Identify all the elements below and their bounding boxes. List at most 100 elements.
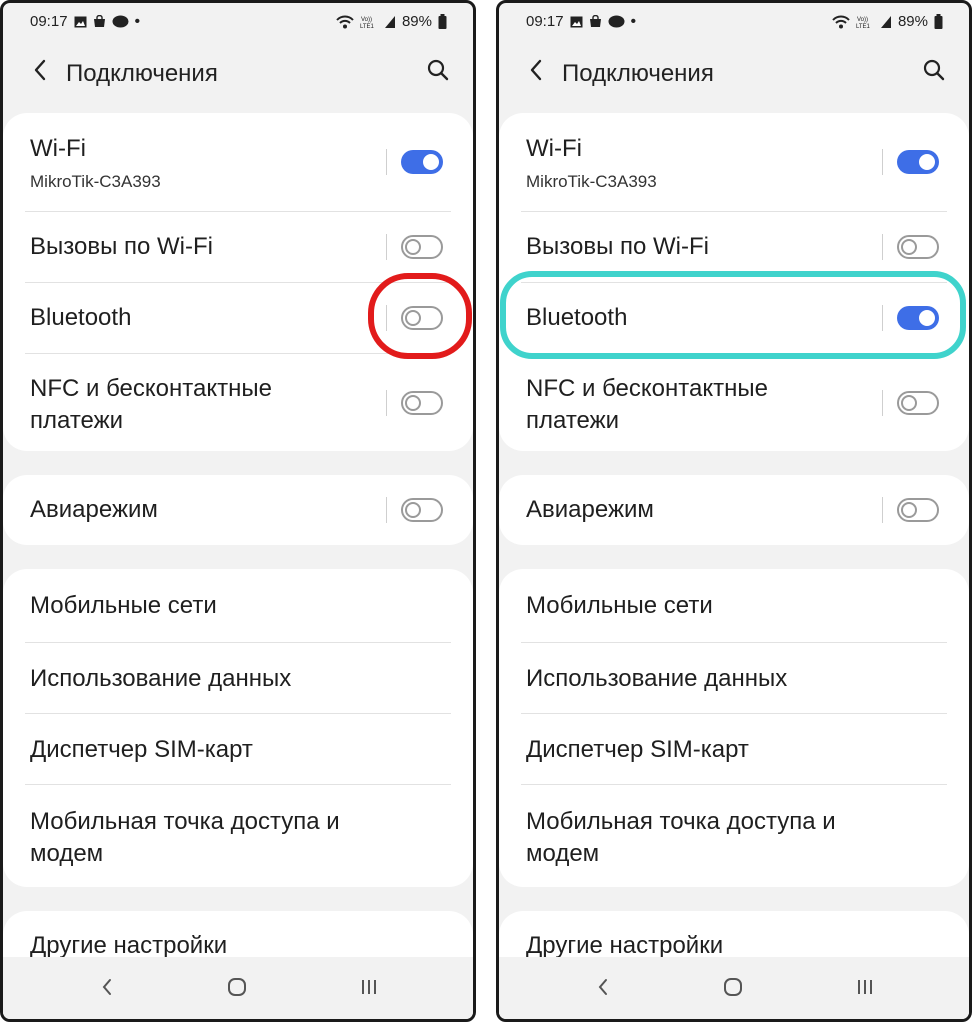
wifi-toggle[interactable] <box>897 150 939 174</box>
mobile-networks-title: Мобильные сети <box>30 592 217 619</box>
airplane-title: Авиарежим <box>526 496 654 523</box>
airplane-row[interactable]: Авиарежим <box>3 475 473 545</box>
mobile-networks-row[interactable]: Мобильные сети <box>25 569 451 643</box>
svg-text:LTE1: LTE1 <box>360 24 375 29</box>
wifi-network-name: MikroTik-C3A393 <box>30 172 161 191</box>
data-usage-title: Использование данных <box>526 665 788 692</box>
data-usage-row[interactable]: Использование данных <box>25 643 451 714</box>
nav-back-icon <box>101 978 113 1001</box>
nfc-toggle[interactable] <box>897 391 939 415</box>
mobile-networks-row[interactable]: Мобильные сети <box>521 569 947 643</box>
app-notification-icon <box>608 15 625 28</box>
sim-manager-row[interactable]: Диспетчер SIM-карт <box>521 714 947 785</box>
airplane-row[interactable]: Авиарежим <box>499 475 969 545</box>
nav-home-button[interactable] <box>217 975 257 1003</box>
data-usage-row[interactable]: Использование данных <box>521 643 947 714</box>
back-button[interactable] <box>519 55 553 89</box>
nav-recents-button[interactable] <box>845 975 885 1003</box>
app-bar: Подключения <box>499 47 969 101</box>
hotspot-title-line2: модем <box>526 840 600 867</box>
svg-text:Vo)): Vo)) <box>361 17 372 23</box>
airplane-title: Авиарежим <box>30 496 158 523</box>
status-bar: 09:17 • Vo)) LTE1 89% <box>25 11 451 33</box>
network-settings-card: Мобильные сети Использование данных Дисп… <box>499 569 969 887</box>
wifi-calls-row[interactable]: Вызовы по Wi-Fi <box>25 212 451 283</box>
back-button[interactable] <box>23 55 57 89</box>
wifi-calls-title: Вызовы по Wi-Fi <box>526 233 709 260</box>
app-notification-icon <box>112 15 129 28</box>
wifi-row[interactable]: Wi-Fi MikroTik-C3A393 <box>25 113 451 212</box>
hotspot-title-line1: Мобильная точка доступа и <box>30 808 340 835</box>
hotspot-row[interactable]: Мобильная точка доступа и модем <box>521 785 947 889</box>
cell-signal-icon <box>384 15 396 29</box>
cell-signal-icon <box>880 15 892 29</box>
nav-back-button[interactable] <box>87 975 127 1003</box>
wifi-row[interactable]: Wi-Fi MikroTik-C3A393 <box>521 113 947 212</box>
wifi-network-name: MikroTik-C3A393 <box>526 172 657 191</box>
row-divider <box>881 234 883 260</box>
airplane-toggle[interactable] <box>401 498 443 522</box>
wifi-calls-toggle[interactable] <box>401 235 443 259</box>
recent-apps-icon <box>360 978 378 1001</box>
wifi-calls-title: Вызовы по Wi-Fi <box>30 233 213 260</box>
mobile-networks-title: Мобильные сети <box>526 592 713 619</box>
row-divider <box>385 497 387 523</box>
wifi-calls-toggle[interactable] <box>897 235 939 259</box>
home-icon <box>227 977 247 1002</box>
nfc-toggle[interactable] <box>401 391 443 415</box>
airplane-card: Авиарежим <box>499 475 969 545</box>
row-divider <box>385 390 387 416</box>
phone-screen-after: 09:17 • Vo)) LTE1 89% Подключения Wi-Fi M… <box>496 0 972 1022</box>
gallery-icon <box>74 16 87 28</box>
nav-home-button[interactable] <box>713 975 753 1003</box>
bluetooth-title: Bluetooth <box>30 304 132 331</box>
nfc-row[interactable]: NFC и бесконтактные платежи <box>25 354 451 452</box>
row-divider <box>385 149 387 175</box>
bluetooth-toggle-highlight <box>368 273 472 359</box>
phone-screen-before: 09:17 • Vo)) LTE1 89% Подключения Wi-Fi M… <box>0 0 476 1022</box>
battery-icon <box>934 14 943 29</box>
nfc-row[interactable]: NFC и бесконтактные платежи <box>521 354 947 452</box>
bluetooth-row-highlight <box>500 271 966 359</box>
sim-manager-row[interactable]: Диспетчер SIM-карт <box>25 714 451 785</box>
airplane-card: Авиарежим <box>3 475 473 545</box>
airplane-toggle[interactable] <box>897 498 939 522</box>
sim-manager-title: Диспетчер SIM-карт <box>30 736 253 763</box>
clock: 09:17 <box>30 13 68 30</box>
home-icon <box>723 977 743 1002</box>
search-button[interactable] <box>917 55 951 89</box>
battery-icon <box>438 14 447 29</box>
battery-percent: 89% <box>401 13 432 30</box>
nfc-title-line2: платежи <box>30 407 124 434</box>
page-title: Подключения <box>66 60 218 87</box>
gallery-icon <box>570 16 583 28</box>
battery-percent: 89% <box>897 13 928 30</box>
nfc-title-line1: NFC и бесконтактные <box>526 375 768 402</box>
notification-dot: • <box>134 12 141 30</box>
row-divider <box>881 149 883 175</box>
nav-back-button[interactable] <box>583 975 623 1003</box>
nav-back-icon <box>597 978 609 1001</box>
volte-icon: Vo)) LTE1 <box>856 15 874 29</box>
search-icon <box>427 59 449 86</box>
data-usage-title: Использование данных <box>30 665 292 692</box>
wifi-title: Wi-Fi <box>30 135 86 162</box>
row-divider <box>881 390 883 416</box>
chevron-left-icon <box>33 58 47 87</box>
volte-icon: Vo)) LTE1 <box>360 15 378 29</box>
wifi-title: Wi-Fi <box>526 135 582 162</box>
shopping-bag-icon <box>93 15 106 28</box>
nav-recents-button[interactable] <box>349 975 389 1003</box>
recent-apps-icon <box>856 978 874 1001</box>
search-button[interactable] <box>421 55 455 89</box>
page-title: Подключения <box>562 60 714 87</box>
wifi-signal-icon <box>336 15 354 29</box>
app-bar: Подключения <box>3 47 473 101</box>
status-bar: 09:17 • Vo)) LTE1 89% <box>521 11 947 33</box>
wifi-signal-icon <box>832 15 850 29</box>
navigation-bar <box>3 957 473 1019</box>
chevron-left-icon <box>529 58 543 87</box>
wifi-toggle[interactable] <box>401 150 443 174</box>
row-divider <box>881 497 883 523</box>
hotspot-row[interactable]: Мобильная точка доступа и модем <box>25 785 451 889</box>
